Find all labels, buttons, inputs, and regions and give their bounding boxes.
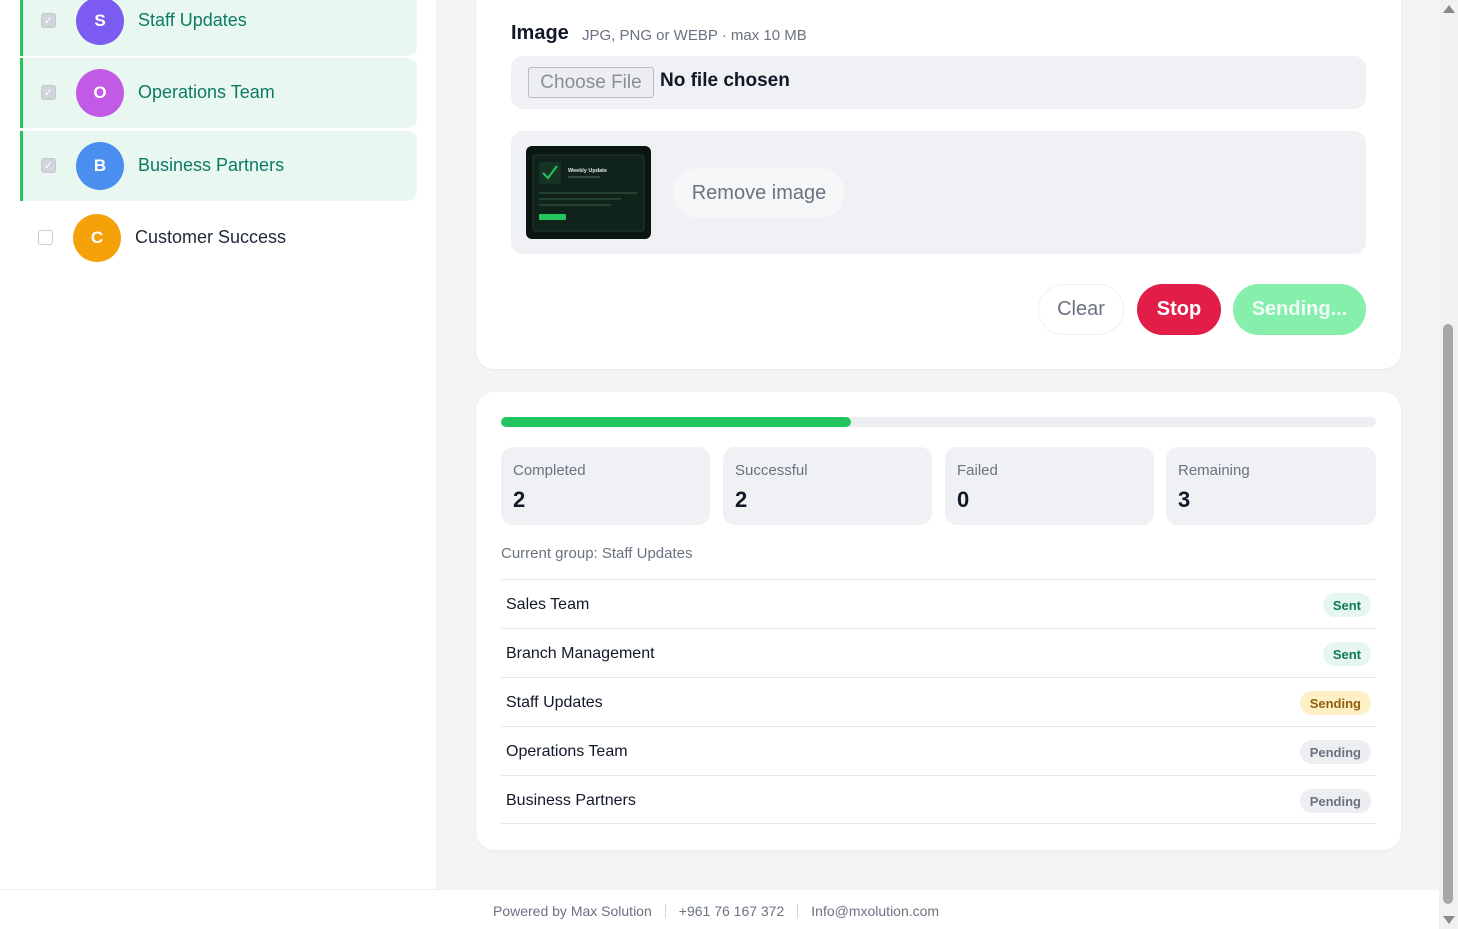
row-name: Branch Management [506,645,655,662]
row-name: Operations Team [506,743,628,760]
group-checkbox[interactable]: ✓ [41,158,56,173]
group-item-operations-team[interactable]: ✓ O Operations Team [20,58,417,128]
avatar: O [76,69,124,117]
table-row: Branch Management Sent [501,628,1376,677]
group-checkbox[interactable] [38,230,53,245]
footer: Powered by Max Solution +961 76 167 372 … [0,889,1439,929]
stat-label: Completed [513,462,586,479]
composer-card: Image JPG, PNG or WEBP · max 10 MB Choos… [476,0,1401,369]
footer-divider [664,904,666,918]
group-item-customer-success[interactable]: C Customer Success [20,203,417,273]
stat-value: 2 [735,487,748,512]
row-name: Staff Updates [506,694,603,711]
table-row: Operations Team Pending [501,726,1376,775]
remove-image-button[interactable]: Remove image [673,168,845,218]
table-row: Staff Updates Sending [501,677,1376,726]
row-name: Sales Team [506,596,590,613]
footer-powered: Powered by Max Solution [493,903,652,919]
stat-failed: Failed 0 [945,447,1154,525]
main-panel: Image JPG, PNG or WEBP · max 10 MB Choos… [437,0,1439,889]
clear-button[interactable]: Clear [1038,284,1124,335]
stat-remaining: Remaining 3 [1166,447,1376,525]
group-checkbox[interactable]: ✓ [41,85,56,100]
scroll-up-arrow-icon[interactable] [1443,5,1455,13]
row-name: Business Partners [506,792,636,809]
file-input[interactable]: Choose File No file chosen [511,56,1366,109]
stat-value: 0 [957,487,970,512]
status-badge: Sent [1322,642,1371,666]
sending-button[interactable]: Sending... [1233,284,1366,335]
group-item-staff-updates[interactable]: ✓ S Staff Updates [20,0,417,56]
table-row: Sales Team Sent [501,579,1376,628]
group-name: Business Partners [138,155,285,175]
group-sidebar: ✓ S Staff Updates ✓ O Operations Team ✓ … [0,0,437,889]
status-badge: Pending [1299,740,1371,764]
scrollbar[interactable] [1439,0,1458,929]
stat-label: Failed [957,462,998,479]
progress-card: Completed 2 Successful 2 Failed 0 Remain… [476,392,1401,850]
stat-completed: Completed 2 [501,447,710,525]
group-name: Customer Success [135,227,287,247]
group-checkbox[interactable]: ✓ [41,13,56,28]
group-name: Staff Updates [138,10,247,30]
group-item-business-partners[interactable]: ✓ B Business Partners [20,131,417,201]
footer-phone[interactable]: +961 76 167 372 [679,903,785,919]
choose-file-button[interactable]: Choose File [528,67,654,98]
image-label: Image [511,22,569,44]
stop-button[interactable]: Stop [1137,284,1221,335]
status-badge: Sent [1322,593,1371,617]
status-badge: Pending [1299,789,1371,813]
current-group-text: Current group: Staff Updates [501,545,693,562]
image-hint: JPG, PNG or WEBP · max 10 MB [582,27,807,44]
image-thumbnail: Weekly Update [526,146,651,239]
stat-label: Successful [735,462,808,479]
table-row: Business Partners Pending [501,775,1376,824]
footer-divider [797,904,799,918]
stat-successful: Successful 2 [723,447,932,525]
scroll-thumb[interactable] [1443,324,1453,904]
avatar: B [76,142,124,190]
footer-email[interactable]: Info@mxolution.com [811,903,939,919]
progress-fill [501,417,851,427]
stat-value: 2 [513,487,526,512]
stat-label: Remaining [1178,462,1250,479]
image-preview: Weekly Update Remove image [511,131,1366,254]
progress-bar [501,417,1376,427]
avatar: C [73,214,121,262]
group-name: Operations Team [138,82,275,102]
scroll-down-arrow-icon[interactable] [1443,916,1455,924]
no-file-text: No file chosen [660,70,790,91]
thumbnail-title: Weekly Update [568,168,607,174]
status-badge: Sending [1299,691,1371,715]
stat-value: 3 [1178,487,1191,512]
avatar: S [76,0,124,45]
